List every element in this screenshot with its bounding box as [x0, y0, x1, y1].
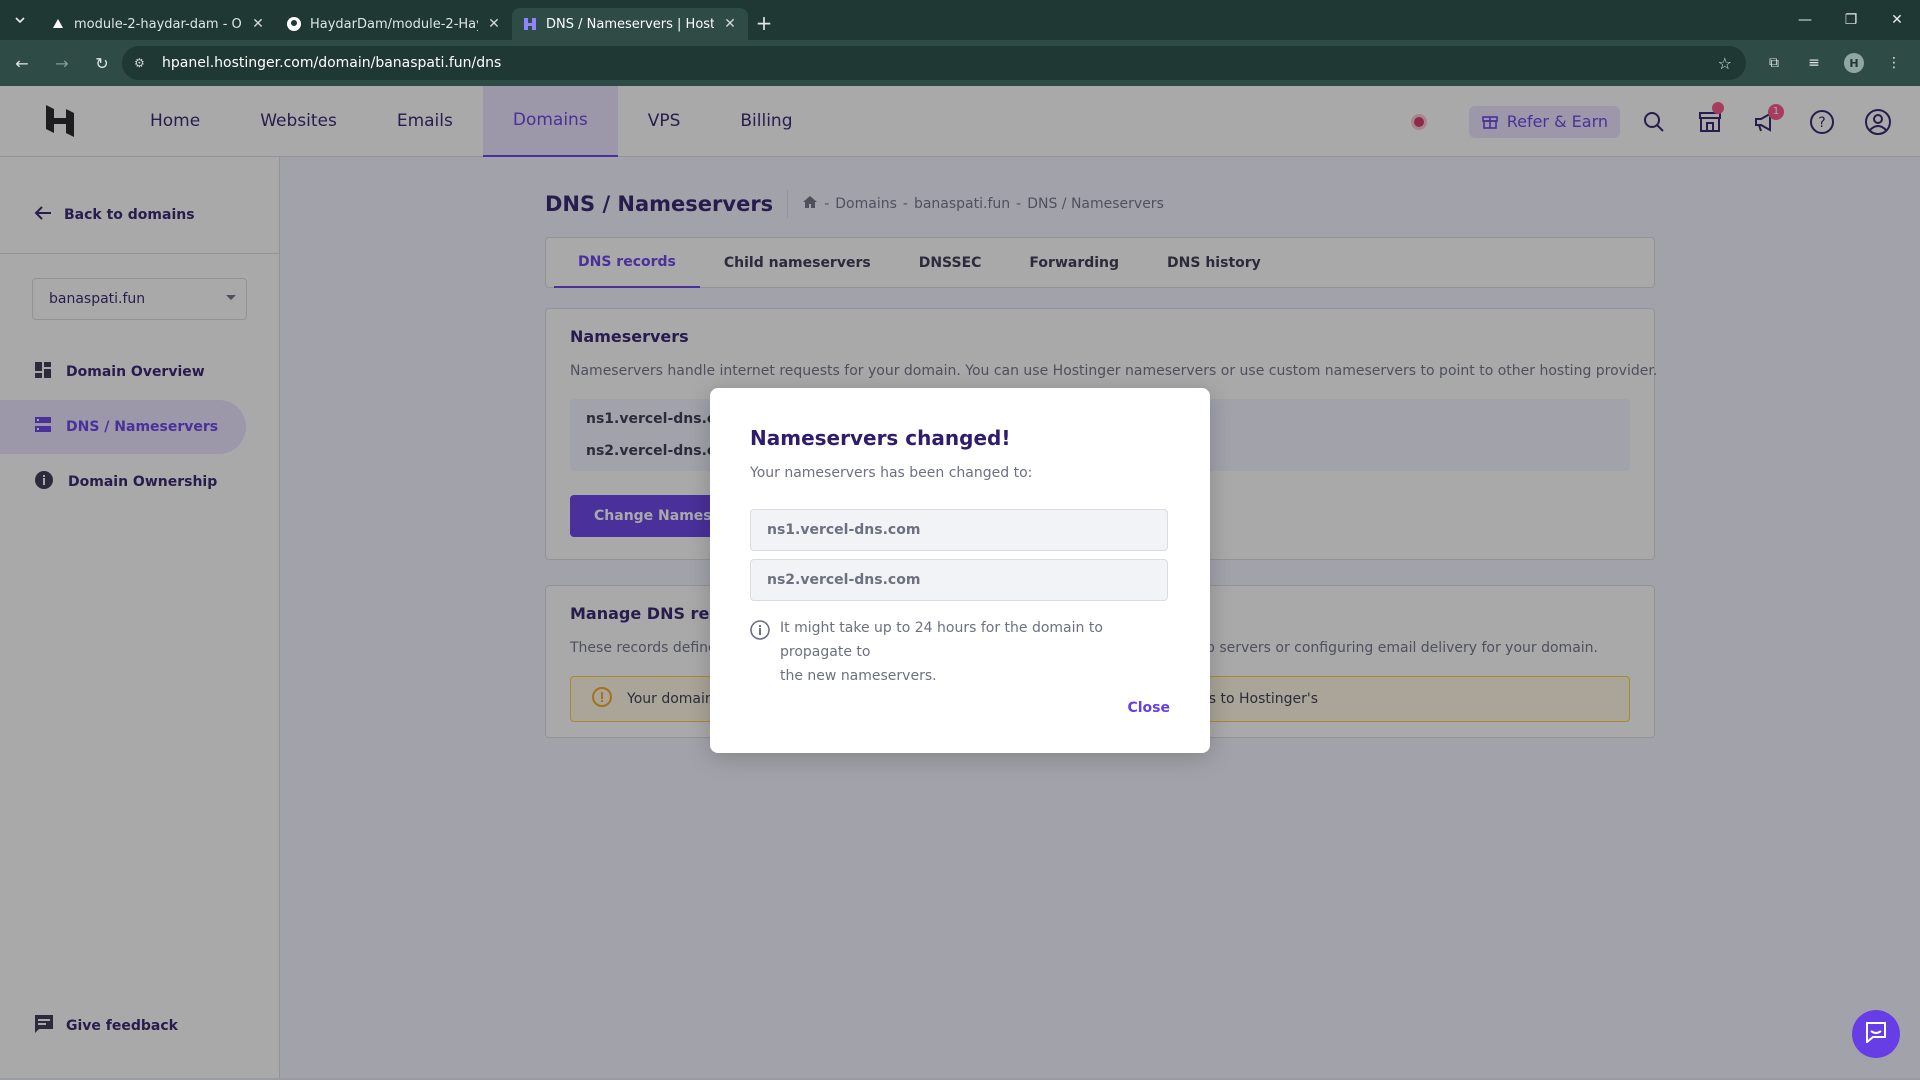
github-icon — [286, 16, 302, 32]
close-button[interactable]: Close — [1127, 700, 1170, 716]
window-close-icon[interactable]: ✕ — [1874, 0, 1920, 40]
minimize-icon[interactable]: — — [1782, 0, 1828, 40]
browser-toolbar: ← → ↻ ⚙ hpanel.hostinger.com/domain/bana… — [0, 40, 1920, 86]
info-line-2: the new nameservers. — [780, 668, 937, 684]
dialog-title: Nameservers changed! — [750, 426, 1011, 450]
forward-arrow-icon[interactable]: → — [44, 45, 80, 81]
nameserver-1-field: ns1.vercel-dns.com — [750, 509, 1168, 551]
vercel-icon — [50, 16, 66, 32]
bookmark-star-icon[interactable]: ☆ — [1718, 54, 1732, 73]
extensions-icon[interactable]: ⧉ — [1756, 45, 1792, 81]
tab-title: module-2-haydar-dam - Overview — [74, 16, 242, 32]
restore-icon[interactable]: ❐ — [1828, 0, 1874, 40]
nameservers-changed-dialog: Nameservers changed! Your nameservers ha… — [710, 388, 1210, 753]
browser-tab-overview[interactable]: module-2-haydar-dam - Overview ✕ — [40, 8, 276, 40]
nameserver-2-field: ns2.vercel-dns.com — [750, 559, 1168, 601]
browser-tab-hostinger[interactable]: DNS / Nameservers | Hostinger ✕ — [512, 8, 748, 40]
reload-icon[interactable]: ↻ — [84, 45, 120, 81]
browser-tab-bar: module-2-haydar-dam - Overview ✕ HaydarD… — [0, 0, 1920, 40]
address-bar[interactable]: ⚙ hpanel.hostinger.com/domain/banaspati.… — [122, 46, 1746, 80]
close-tab-icon[interactable]: ✕ — [250, 16, 266, 32]
close-tab-icon[interactable]: ✕ — [486, 16, 502, 32]
site-info-icon[interactable]: ⚙ — [134, 56, 152, 70]
tab-title: HaydarDam/module-2-HaydarDam — [310, 16, 478, 32]
window-controls: — ❐ ✕ — [1782, 0, 1920, 40]
info-line-1: It might take up to 24 hours for the dom… — [780, 620, 1103, 660]
close-tab-icon[interactable]: ✕ — [722, 16, 738, 32]
tab-title: DNS / Nameservers | Hostinger — [546, 16, 714, 32]
back-arrow-icon[interactable]: ← — [4, 45, 40, 81]
dialog-subtitle: Your nameservers has been changed to: — [750, 465, 1033, 481]
chat-icon — [1865, 1021, 1887, 1047]
new-tab-plus-icon[interactable]: + — [748, 7, 780, 39]
tab-search-icon[interactable] — [0, 0, 40, 40]
propagation-info: It might take up to 24 hours for the dom… — [750, 616, 1170, 688]
url-text: hpanel.hostinger.com/domain/banaspati.fu… — [162, 55, 502, 71]
media-control-icon[interactable]: ≡ — [1796, 45, 1832, 81]
hostinger-favicon-icon — [522, 16, 538, 32]
chat-support-button[interactable] — [1852, 1010, 1900, 1058]
profile-avatar[interactable]: H — [1844, 53, 1864, 73]
info-circle-icon — [750, 620, 770, 688]
browser-tab-github[interactable]: HaydarDam/module-2-HaydarDam ✕ — [276, 8, 512, 40]
browser-menu-icon[interactable]: ⋮ — [1876, 45, 1912, 81]
